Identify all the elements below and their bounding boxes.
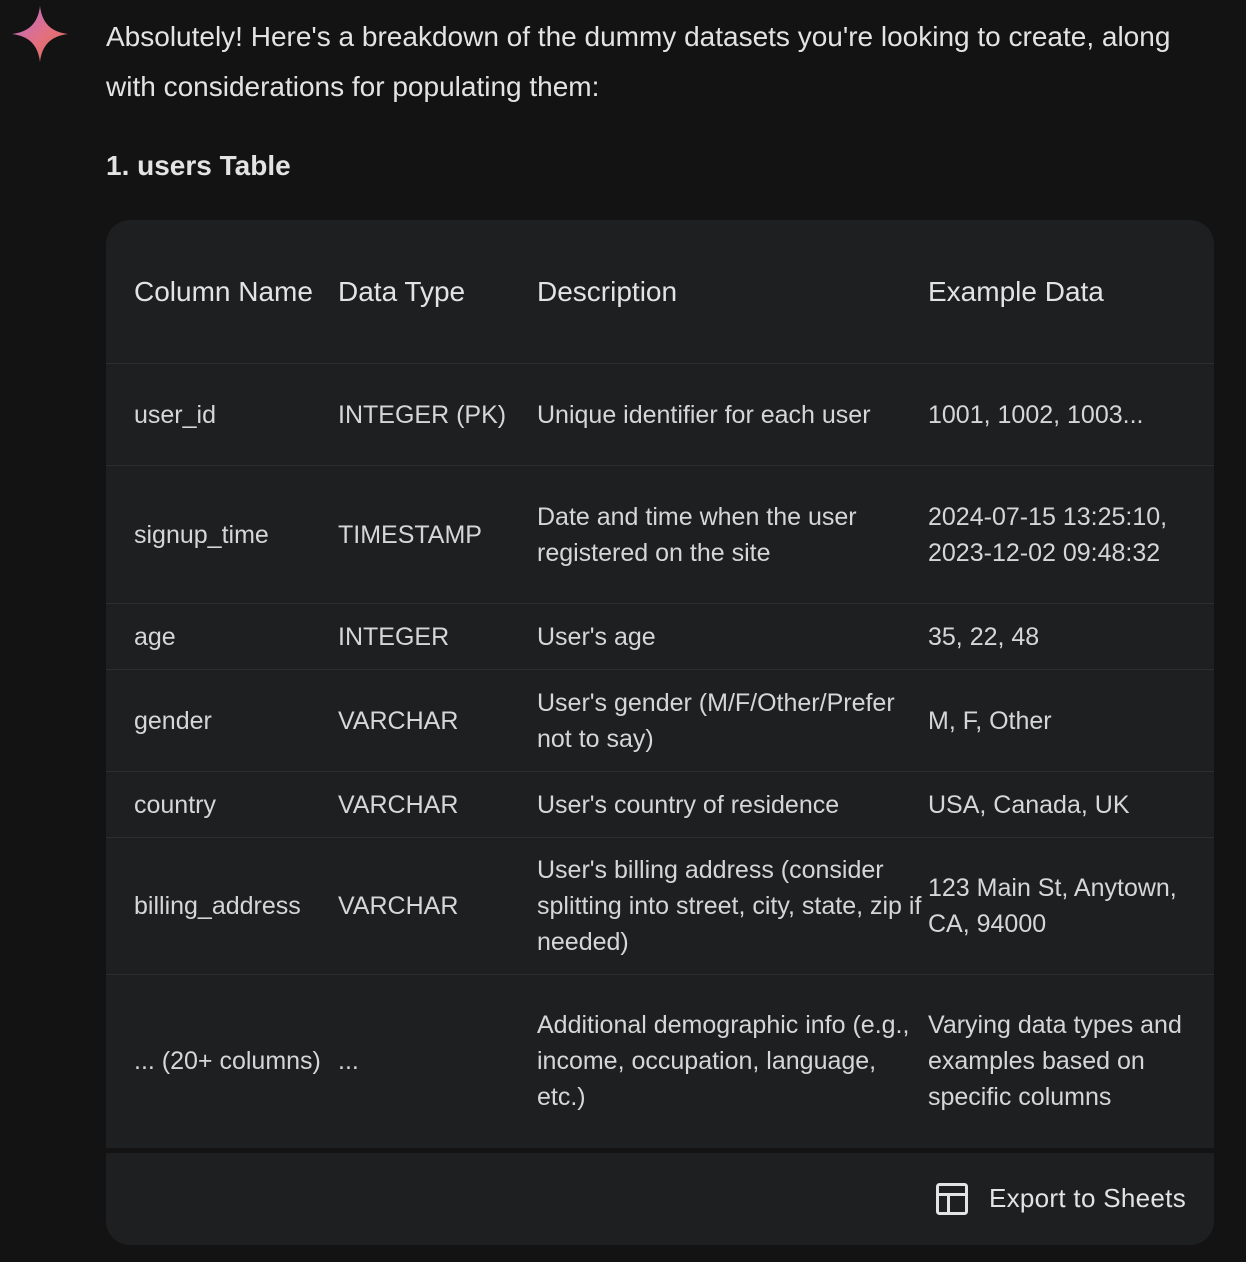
cell-example-data: 1001, 1002, 1003... (928, 363, 1214, 466)
table-row: billing_address VARCHAR User's billing a… (106, 837, 1214, 975)
cell-column-name: gender (106, 669, 338, 772)
cell-column-name: country (106, 771, 338, 838)
cell-data-type: TIMESTAMP (338, 465, 537, 604)
table-row: country VARCHAR User's country of reside… (106, 771, 1214, 838)
export-label: Export to Sheets (988, 1183, 1186, 1213)
cell-example-data: Varying data types and examples based on… (928, 1011, 1182, 1112)
cell-description: Date and time when the user registered o… (537, 465, 928, 604)
cell-description: User's billing address (consider splitti… (537, 837, 928, 975)
table-icon (935, 1182, 968, 1215)
table-row: age INTEGER User's age 35, 22, 48 (106, 603, 1214, 670)
cell-example-data: USA, Canada, UK (928, 771, 1214, 838)
table-row: user_id INTEGER (PK) Unique identifier f… (106, 363, 1214, 466)
response-content: Absolutely! Here's a breakdown of the du… (106, 12, 1214, 1245)
cell-example-data: 123 Main St, Anytown, CA, 94000 (928, 837, 1214, 975)
cell-column-name: age (106, 603, 338, 670)
cell-example-data: 2024-07-15 13:25:10, 2023-12-02 09:48:32 (928, 465, 1214, 604)
cell-column-name: user_id (106, 363, 338, 466)
cell-column-name: ... (20+ columns) (134, 1047, 321, 1076)
cell-example-data: 35, 22, 48 (928, 603, 1214, 670)
intro-text: Absolutely! Here's a breakdown of the du… (106, 21, 1171, 102)
cell-description: Additional demographic info (e.g., incom… (537, 1011, 910, 1112)
cell-data-type: VARCHAR (338, 837, 537, 975)
users-table: Column Name Data Type Description Exampl… (106, 220, 1214, 1148)
cell-description: User's gender (M/F/Other/Prefer not to s… (537, 669, 928, 772)
cell-example-data: M, F, Other (928, 669, 1214, 772)
header-column-name: Column Name (106, 220, 338, 364)
cell-data-type: ... (338, 1047, 359, 1076)
table-footer: Export to Sheets (106, 1152, 1214, 1245)
header-data-type: Data Type (338, 220, 537, 364)
cell-data-type: VARCHAR (338, 669, 537, 772)
users-table-card: Column Name Data Type Description Exampl… (106, 220, 1214, 1148)
cell-column-name: billing_address (106, 837, 338, 975)
cell-description: User's country of residence (537, 771, 928, 838)
section-heading: 1. users Table (106, 150, 291, 181)
cell-data-type: INTEGER (PK) (338, 363, 537, 466)
cell-data-type: VARCHAR (338, 771, 537, 838)
export-to-sheets-button[interactable]: Export to Sheets (935, 1181, 1186, 1217)
header-example-data: Example Data (928, 220, 1214, 364)
header-description: Description (537, 220, 928, 364)
table-row: signup_time TIMESTAMP Date and time when… (106, 465, 1214, 604)
cell-column-name: signup_time (106, 465, 338, 604)
cell-description: User's age (537, 603, 928, 670)
table-row: gender VARCHAR User's gender (M/F/Other/… (106, 669, 1214, 772)
gemini-sparkle-icon (12, 6, 68, 62)
cell-data-type: INTEGER (338, 603, 537, 670)
cell-description: Unique identifier for each user (537, 363, 928, 466)
table-header-row: Column Name Data Type Description Exampl… (106, 220, 1214, 364)
table-row: ... (20+ columns) ... Additional demogra… (106, 975, 1214, 1148)
